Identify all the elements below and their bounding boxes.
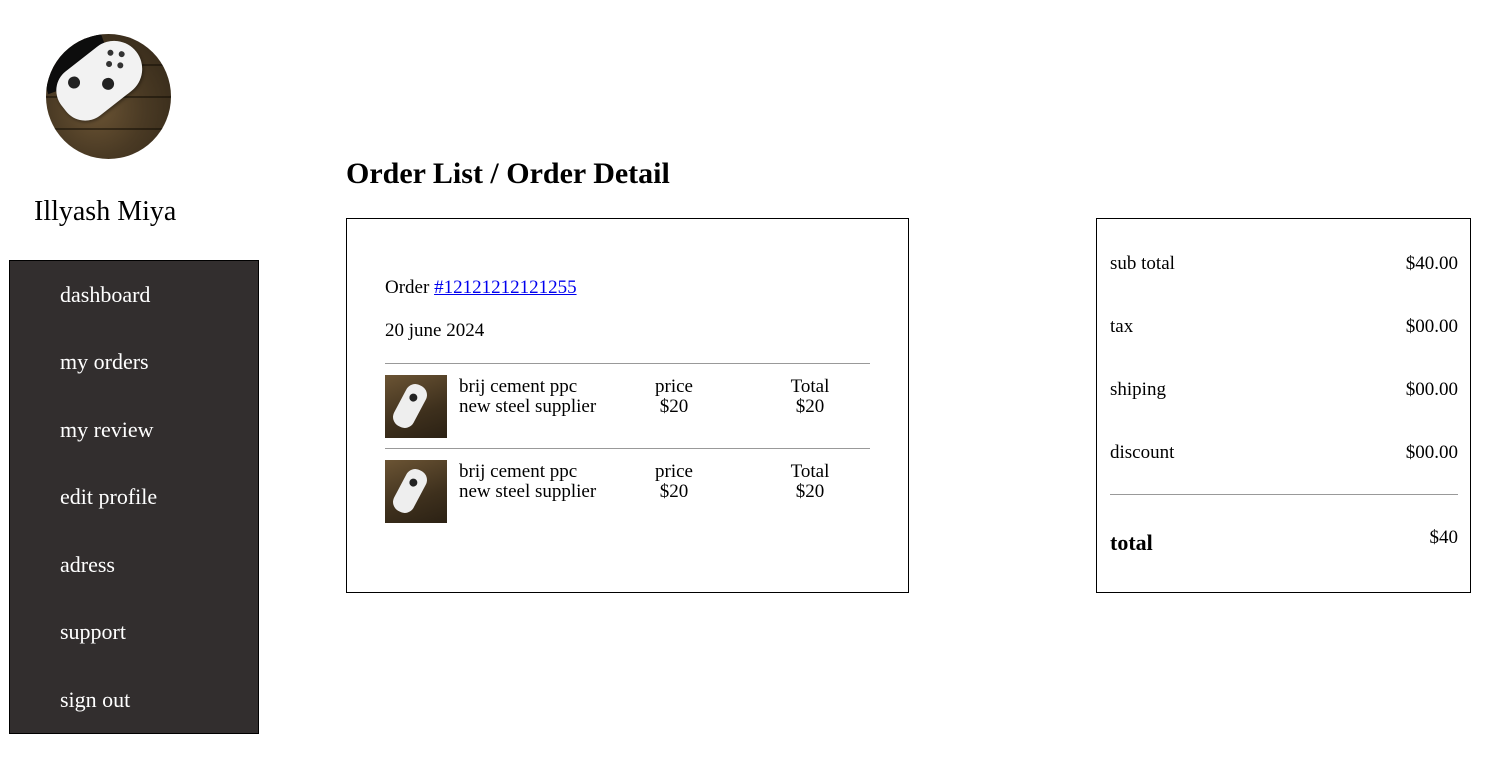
item-price-value: $20 <box>659 481 689 502</box>
summary-value: $00.00 <box>1405 442 1458 463</box>
order-item-row: brij cement ppc new steel supplier price… <box>385 460 870 524</box>
product-thumbnail <box>385 460 447 523</box>
sidebar-item-my-review[interactable]: my review <box>60 417 153 443</box>
item-price: price $20 <box>653 462 695 502</box>
page-title: Order List / Order Detail <box>346 157 670 190</box>
summary-total-label: total <box>1110 530 1153 555</box>
order-item-row: brij cement ppc new steel supplier price… <box>385 375 870 439</box>
order-detail-card: Order #12121212121255 20 june 2024 brij … <box>346 218 909 593</box>
product-thumbnail <box>385 375 447 438</box>
sidebar-item-dashboard[interactable]: dashboard <box>60 282 150 308</box>
item-total-label: Total <box>790 461 830 482</box>
sidebar-menu: dashboard my orders my review edit profi… <box>9 260 259 734</box>
sidebar-item-support[interactable]: support <box>60 619 126 645</box>
item-price-value: $20 <box>659 396 689 417</box>
sidebar-item-my-orders[interactable]: my orders <box>60 349 149 375</box>
item-total: Total $20 <box>785 462 835 502</box>
summary-value: $00.00 <box>1405 316 1458 337</box>
summary-divider <box>1110 494 1458 495</box>
summary-value: $40.00 <box>1405 253 1458 274</box>
sidebar-item-adress[interactable]: adress <box>60 552 115 578</box>
order-number-line: Order #12121212121255 <box>385 277 577 299</box>
order-summary-card: sub total $40.00 tax $00.00 shiping $00.… <box>1096 218 1471 593</box>
sidebar-item-edit-profile[interactable]: edit profile <box>60 484 157 510</box>
item-name-line2: new steel supplier <box>459 481 597 502</box>
item-price: price $20 <box>653 377 695 417</box>
summary-total-value: $40 <box>1429 527 1459 548</box>
order-date: 20 june 2024 <box>385 320 485 341</box>
order-prefix: Order <box>385 277 430 298</box>
item-name: brij cement ppc new steel supplier <box>459 377 596 417</box>
item-price-label: price <box>655 461 693 482</box>
order-number-link[interactable]: #12121212121255 <box>434 277 577 298</box>
sidebar-item-sign-out[interactable]: sign out <box>60 687 130 713</box>
summary-label: sub total <box>1110 253 1175 274</box>
item-total-label: Total <box>790 376 830 397</box>
item-name-line1: brij cement ppc <box>459 376 578 397</box>
item-name-line2: new steel supplier <box>459 396 597 417</box>
summary-label: discount <box>1110 442 1175 463</box>
divider <box>385 363 870 364</box>
item-total-value: $20 <box>795 396 825 417</box>
avatar <box>46 34 171 159</box>
user-name: Illyash Miya <box>34 196 177 227</box>
summary-label: tax <box>1110 316 1134 337</box>
summary-label: shiping <box>1110 379 1166 400</box>
item-total-value: $20 <box>795 481 825 502</box>
item-price-label: price <box>655 376 693 397</box>
item-name: brij cement ppc new steel supplier <box>459 462 596 502</box>
item-total: Total $20 <box>785 377 835 417</box>
summary-value: $00.00 <box>1405 379 1458 400</box>
item-name-line1: brij cement ppc <box>459 461 578 482</box>
divider <box>385 448 870 449</box>
